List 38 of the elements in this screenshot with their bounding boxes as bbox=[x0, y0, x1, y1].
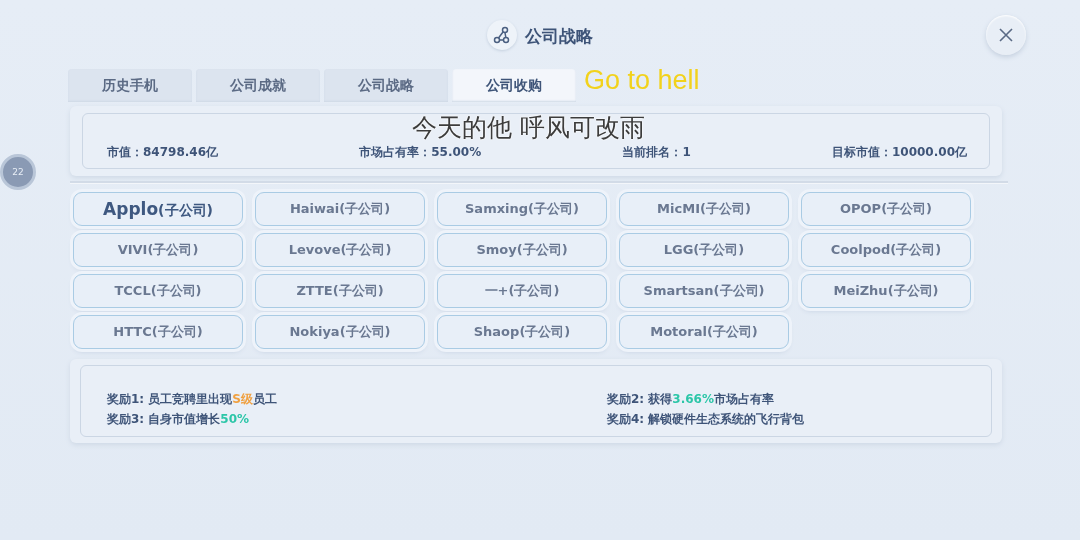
company-button[interactable]: Coolpod(子公司) bbox=[801, 233, 971, 267]
company-button[interactable]: Smoy(子公司) bbox=[437, 233, 607, 267]
company-button[interactable]: HTTC(子公司) bbox=[73, 315, 243, 349]
company-button[interactable]: Samxing(子公司) bbox=[437, 192, 607, 226]
subtitle-text: 今天的他 呼风可改雨 bbox=[412, 113, 645, 143]
network-icon bbox=[487, 20, 517, 50]
company-button[interactable]: MicMI(子公司) bbox=[619, 192, 789, 226]
tab[interactable]: 公司成就 bbox=[196, 69, 320, 102]
reward-text: 奖励1: 员工竞聘里出现S级员工 bbox=[107, 391, 278, 408]
company-button[interactable]: Levove(子公司) bbox=[255, 233, 425, 267]
reward-text: 奖励2: 获得3.66%市场占有率 bbox=[607, 391, 775, 408]
company-button[interactable]: TCCL(子公司) bbox=[73, 274, 243, 308]
company-button[interactable]: ZTTE(子公司) bbox=[255, 274, 425, 308]
company-button[interactable]: MeiZhu(子公司) bbox=[801, 274, 971, 308]
caption-text: Go to hell bbox=[584, 66, 700, 96]
page-title: 公司战略 bbox=[525, 24, 593, 48]
company-button[interactable]: Shaop(子公司) bbox=[437, 315, 607, 349]
reward-text: 奖励3: 自身市值增长50% bbox=[107, 411, 251, 428]
stat-text: 当前排名：1 bbox=[622, 144, 691, 161]
close-button[interactable] bbox=[986, 15, 1026, 55]
stat-text: 目标市值：10000.00亿 bbox=[831, 144, 967, 161]
stat-text: 市值：84798.46亿 bbox=[107, 144, 218, 161]
close-icon bbox=[998, 27, 1014, 43]
company-button[interactable]: 一+(子公司) bbox=[437, 274, 607, 308]
tab[interactable]: 公司收购 bbox=[452, 69, 576, 102]
tab[interactable]: 历史手机 bbox=[68, 69, 192, 102]
company-button[interactable]: LGG(子公司) bbox=[619, 233, 789, 267]
company-button[interactable]: Motoral(子公司) bbox=[619, 315, 789, 349]
reward-text: 奖励4: 解锁硬件生态系统的飞行背包 bbox=[607, 411, 806, 428]
stat-text: 市场占有率：55.00% bbox=[359, 144, 482, 161]
company-button[interactable]: OPOP(子公司) bbox=[801, 192, 971, 226]
company-button[interactable]: Applo(子公司) bbox=[73, 192, 243, 226]
side-badge[interactable]: 22 bbox=[0, 154, 36, 190]
company-button[interactable]: Haiwai(子公司) bbox=[255, 192, 425, 226]
company-button[interactable]: Nokiya(子公司) bbox=[255, 315, 425, 349]
tab[interactable]: 公司战略 bbox=[324, 69, 448, 102]
company-button[interactable]: VIVI(子公司) bbox=[73, 233, 243, 267]
company-button[interactable]: Smartsan(子公司) bbox=[619, 274, 789, 308]
